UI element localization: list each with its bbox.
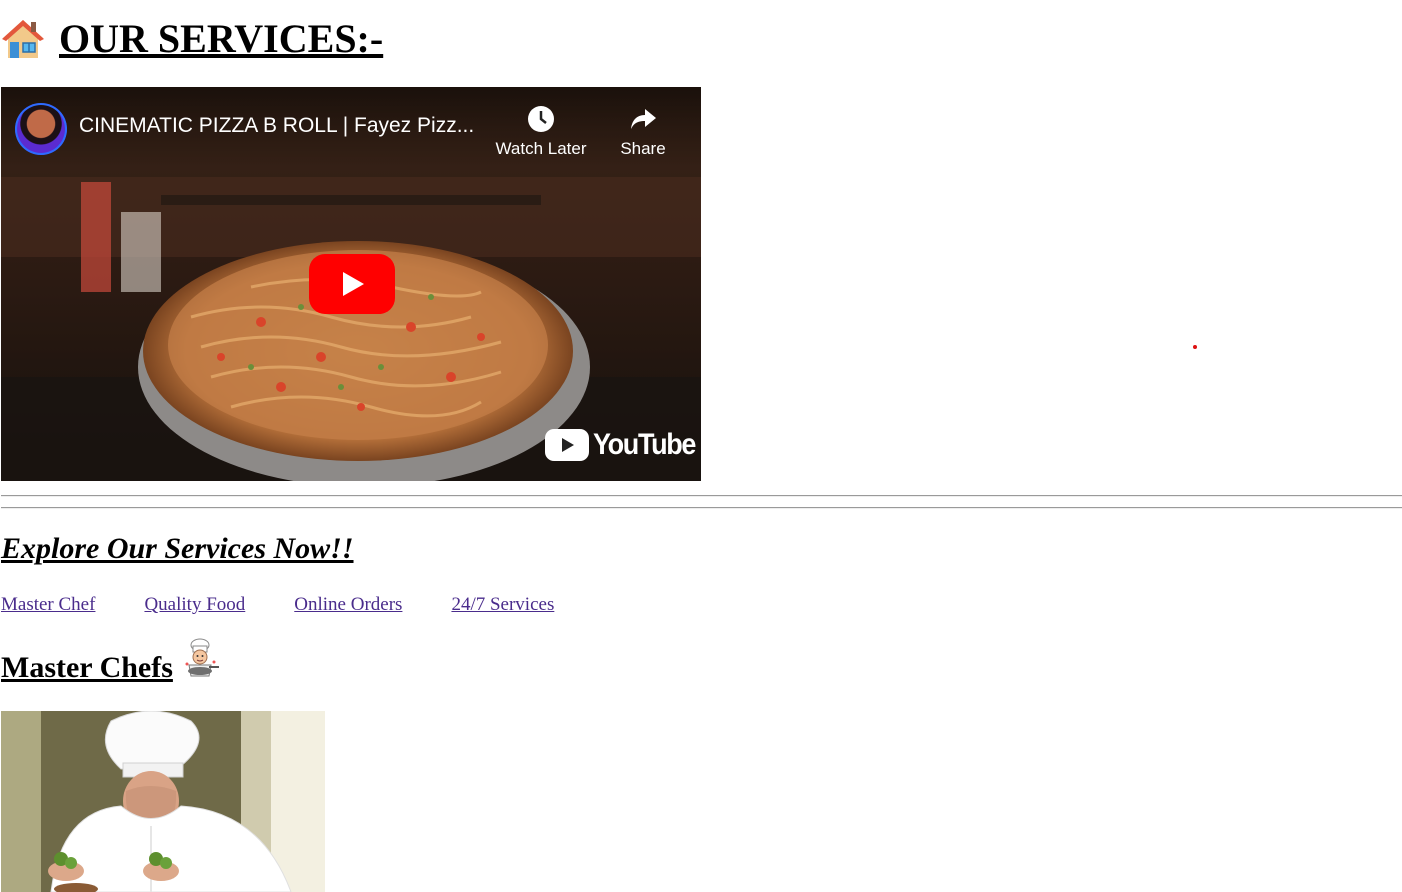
play-icon[interactable] (309, 254, 395, 314)
youtube-logo[interactable]: YouTube (545, 427, 701, 463)
link-online-orders[interactable]: Online Orders (294, 594, 402, 617)
youtube-logo-icon (545, 429, 589, 461)
watch-later-label: Watch Later (495, 139, 587, 158)
divider (1, 495, 1402, 497)
youtube-wordmark: YouTube (593, 428, 696, 461)
house-icon (2, 20, 44, 58)
page-title: OUR SERVICES:- (59, 16, 384, 61)
share-button[interactable]: Share (593, 105, 693, 159)
explore-heading: Explore Our Services Now!! (1, 532, 354, 565)
chef-photo-image (1, 711, 325, 892)
services-header: OUR SERVICES:- (0, 10, 383, 68)
page: OUR SERVICES:- CINEMATIC PIZZA B ROLL | … (0, 0, 1402, 892)
chefs-header: Master Chefs (1, 638, 221, 686)
share-label: Share (620, 139, 666, 158)
divider (1, 507, 1402, 509)
link-quality-food[interactable]: Quality Food (144, 594, 245, 617)
chefs-title: Master Chefs (1, 651, 173, 684)
services-nav: Master Chef Quality Food Online Orders 2… (1, 594, 603, 617)
video-title[interactable]: CINEMATIC PIZZA B ROLL | Fayez Pizz... (79, 114, 474, 138)
cook-icon (185, 638, 219, 677)
share-arrow-icon (631, 109, 656, 129)
link-24-7-services[interactable]: 24/7 Services (451, 594, 554, 617)
channel-avatar[interactable] (15, 103, 67, 155)
chef-photo (1, 711, 325, 892)
youtube-video-embed[interactable]: CINEMATIC PIZZA B ROLL | Fayez Pizz... W… (1, 87, 701, 481)
red-dot (1193, 345, 1197, 349)
clock-icon (528, 106, 554, 132)
link-master-chef[interactable]: Master Chef (1, 594, 95, 617)
watch-later-button[interactable]: Watch Later (491, 105, 591, 159)
